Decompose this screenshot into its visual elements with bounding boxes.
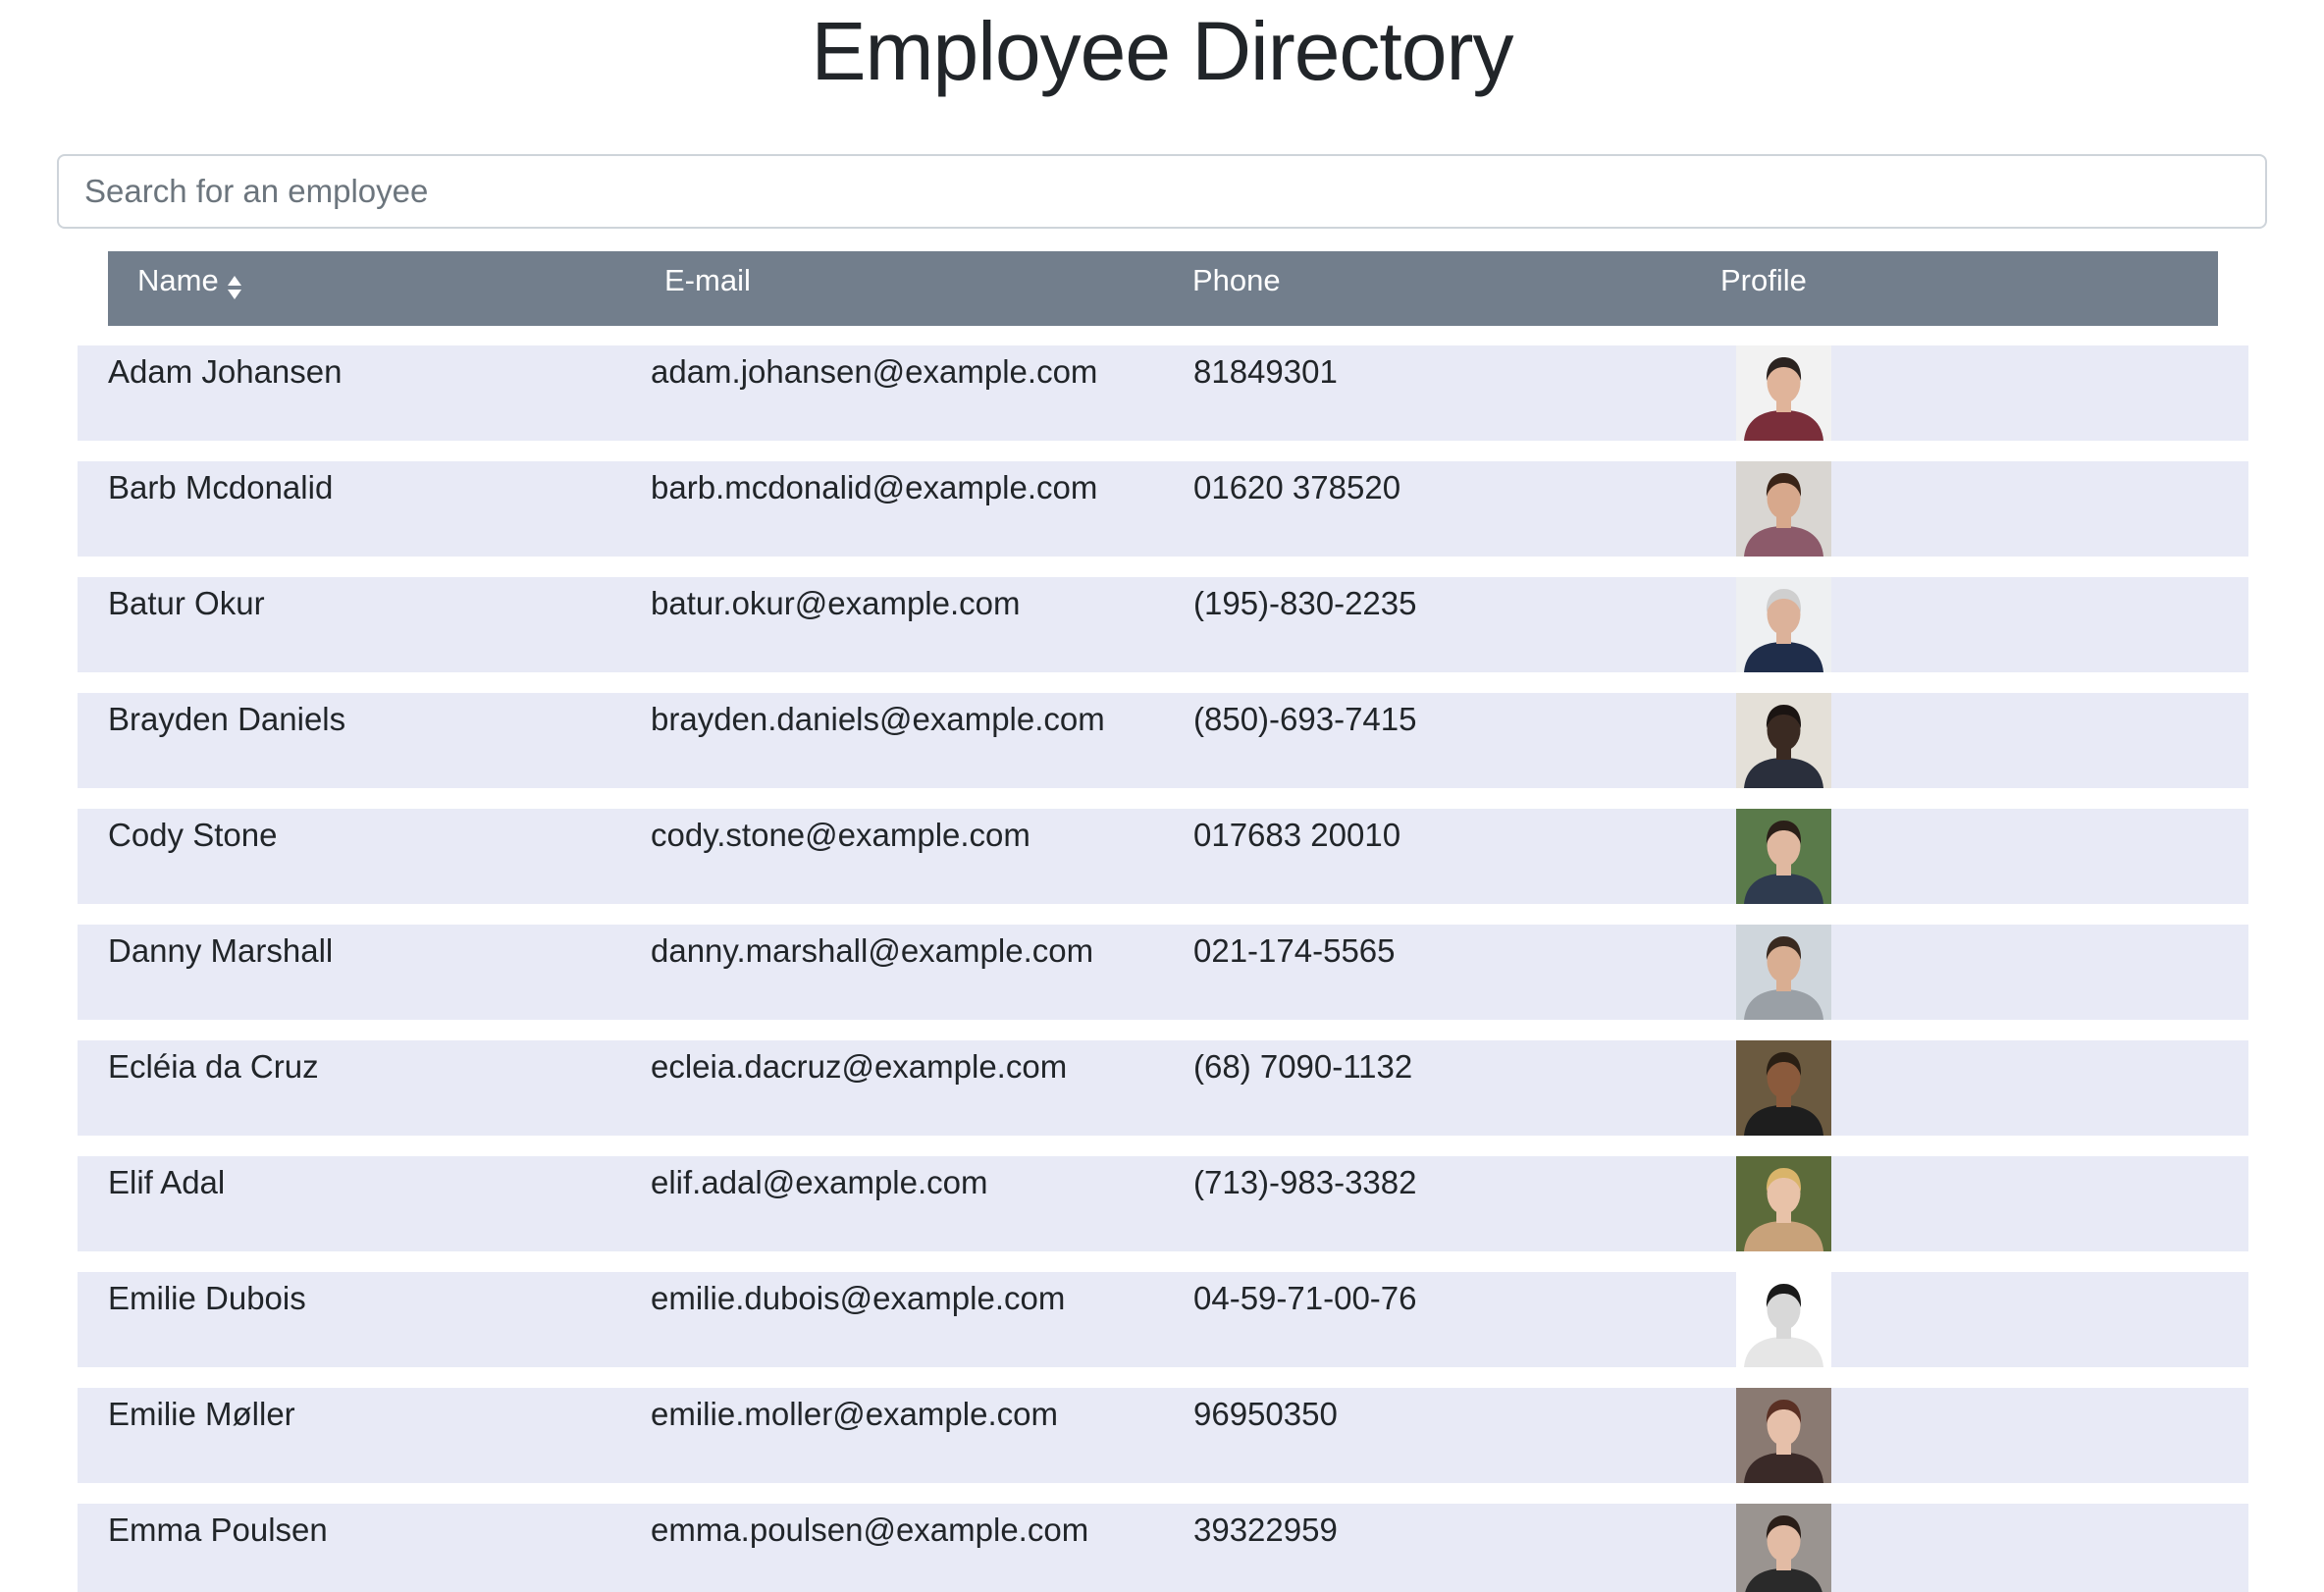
employee-name: Emilie Møller xyxy=(108,1396,295,1432)
employee-phone: 39322959 xyxy=(1193,1512,1338,1548)
employee-name: Ecléia da Cruz xyxy=(108,1048,319,1085)
employee-phone: 81849301 xyxy=(1193,353,1338,390)
column-header-profile: Profile xyxy=(1720,263,1807,297)
column-header-phone: Phone xyxy=(1192,263,1281,297)
table-row: Emma Poulsen emma.poulsen@example.com 3932… xyxy=(78,1504,2248,1592)
employee-email: emilie.dubois@example.com xyxy=(651,1280,1066,1316)
table-row: Barb Mcdonalid barb.mcdonalid@example.com… xyxy=(78,461,2248,557)
employee-phone: 04-59-71-00-76 xyxy=(1193,1280,1417,1316)
employee-avatar xyxy=(1736,1388,1831,1483)
employee-phone: 01620 378520 xyxy=(1193,469,1401,505)
employee-email: cody.stone@example.com xyxy=(651,817,1030,853)
employee-avatar xyxy=(1736,693,1831,788)
table-body: Adam Johansen adam.johansen@example.com 81… xyxy=(78,345,2248,1592)
employee-avatar xyxy=(1736,1504,1831,1592)
employee-name: Adam Johansen xyxy=(108,353,343,390)
employee-name: Brayden Daniels xyxy=(108,701,346,737)
table-row: Emilie Dubois emilie.dubois@example.com 04… xyxy=(78,1272,2248,1367)
employee-email: elif.adal@example.com xyxy=(651,1164,988,1200)
employee-avatar xyxy=(1736,1156,1831,1251)
table-row: Batur Okur batur.okur@example.com (195)-83… xyxy=(78,577,2248,672)
employee-name: Elif Adal xyxy=(108,1164,226,1200)
column-header-email: E-mail xyxy=(664,263,751,297)
employee-email: danny.marshall@example.com xyxy=(651,932,1094,969)
table-row: Danny Marshall danny.marshall@example.com… xyxy=(78,925,2248,1020)
employee-email: emma.poulsen@example.com xyxy=(651,1512,1089,1548)
table-row: Ecléia da Cruz ecleia.dacruz@example.com (… xyxy=(78,1040,2248,1136)
search-input[interactable] xyxy=(57,154,2267,229)
employee-avatar xyxy=(1736,925,1831,1020)
employee-email: barb.mcdonalid@example.com xyxy=(651,469,1098,505)
employee-name: Cody Stone xyxy=(108,817,278,853)
table-header: Name E-mail Phone Profile xyxy=(108,251,2218,326)
employee-directory-page: Employee Directory Name E-mail Phone Pro… xyxy=(0,0,2324,1592)
employee-phone: 017683 20010 xyxy=(1193,817,1401,853)
employee-phone: (850)-693-7415 xyxy=(1193,701,1417,737)
employee-avatar xyxy=(1736,809,1831,904)
employee-avatar xyxy=(1736,1040,1831,1136)
employee-avatar xyxy=(1736,577,1831,672)
employee-email: adam.johansen@example.com xyxy=(651,353,1098,390)
employee-email: batur.okur@example.com xyxy=(651,585,1021,621)
employee-phone: (68) 7090-1132 xyxy=(1193,1048,1413,1085)
employee-email: emilie.moller@example.com xyxy=(651,1396,1058,1432)
employee-phone: 021-174-5565 xyxy=(1193,932,1396,969)
table-row: Adam Johansen adam.johansen@example.com 81… xyxy=(78,345,2248,441)
employee-name: Danny Marshall xyxy=(108,932,334,969)
table-row: Elif Adal elif.adal@example.com (713)-983-… xyxy=(78,1156,2248,1251)
sort-icon[interactable] xyxy=(227,267,242,299)
page-title: Employee Directory xyxy=(811,5,1514,97)
column-header-name[interactable]: Name xyxy=(137,251,242,304)
employee-phone: (713)-983-3382 xyxy=(1193,1164,1417,1200)
table-row: Emilie Møller emilie.moller@example.com 96… xyxy=(78,1388,2248,1483)
employee-name: Emma Poulsen xyxy=(108,1512,328,1548)
employee-name: Emilie Dubois xyxy=(108,1280,306,1316)
table-row: Brayden Daniels brayden.daniels@example.c… xyxy=(78,693,2248,788)
employee-email: brayden.daniels@example.com xyxy=(651,701,1105,737)
employee-email: ecleia.dacruz@example.com xyxy=(651,1048,1068,1085)
employee-avatar xyxy=(1736,1272,1831,1367)
employee-phone: 96950350 xyxy=(1193,1396,1338,1432)
employee-name: Batur Okur xyxy=(108,585,265,621)
employee-name: Barb Mcdonalid xyxy=(108,469,334,505)
table-row: Cody Stone cody.stone@example.com 017683 2… xyxy=(78,809,2248,904)
employee-avatar xyxy=(1736,461,1831,557)
employee-avatar xyxy=(1736,345,1831,441)
column-header-name-label: Name xyxy=(137,263,219,297)
employee-phone: (195)-830-2235 xyxy=(1193,585,1417,621)
